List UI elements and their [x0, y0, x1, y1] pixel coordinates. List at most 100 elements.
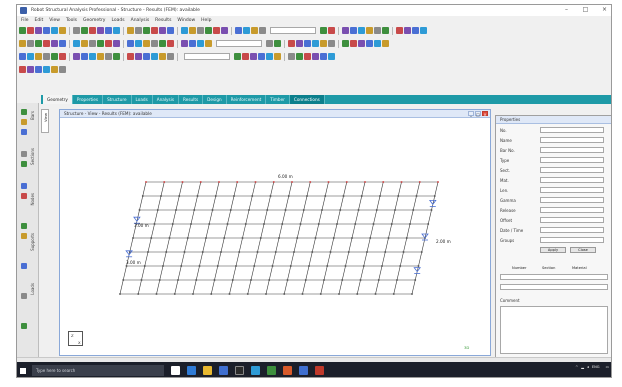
material-icon[interactable]: [21, 233, 27, 239]
menu-view[interactable]: View: [49, 18, 60, 23]
maximize-button[interactable]: □: [581, 6, 590, 14]
toolbar-tool-icon[interactable]: [27, 66, 34, 73]
toolbar-tool-icon[interactable]: [127, 27, 134, 34]
toolbar-tool-icon[interactable]: [235, 27, 242, 34]
toolbar-tool-icon[interactable]: [197, 40, 204, 47]
comment-textarea[interactable]: [500, 306, 608, 354]
toolbar-tool-icon[interactable]: [81, 40, 88, 47]
toolbar-tool-icon[interactable]: [127, 53, 134, 60]
toolbar-tool-icon[interactable]: [412, 27, 419, 34]
toolbar-tool-icon[interactable]: [143, 40, 150, 47]
toolbar-tool-icon[interactable]: [97, 40, 104, 47]
toolbar-tool-icon[interactable]: [89, 27, 96, 34]
toolbar-tool-icon[interactable]: [151, 53, 158, 60]
toolbar-tool-icon[interactable]: [189, 40, 196, 47]
start-button[interactable]: [17, 362, 28, 377]
release-icon[interactable]: [21, 193, 27, 199]
grid-icon[interactable]: [21, 183, 27, 189]
toolbar-tool-icon[interactable]: [97, 27, 104, 34]
toolbar-tool-icon[interactable]: [59, 27, 66, 34]
network-icon[interactable]: ▂: [581, 365, 584, 369]
toolbar-tool-icon[interactable]: [113, 40, 120, 47]
robot-app-icon[interactable]: [251, 366, 260, 375]
apply-button[interactable]: Apply: [540, 247, 566, 253]
sections-icon[interactable]: [21, 119, 27, 125]
toolbar-tool-icon[interactable]: [342, 40, 349, 47]
menu-tools[interactable]: Tools: [66, 18, 77, 23]
toolbar-tool-icon[interactable]: [366, 40, 373, 47]
toolbar-tool-icon[interactable]: [258, 53, 265, 60]
property-value-field[interactable]: [540, 157, 604, 163]
view-maximize-button[interactable]: □: [475, 111, 481, 117]
view-minimize-button[interactable]: _: [468, 111, 474, 117]
toolbar-tool-icon[interactable]: [266, 40, 273, 47]
powerpoint-icon[interactable]: [283, 366, 292, 375]
toolbar-tool-icon[interactable]: [51, 27, 58, 34]
tab-results[interactable]: Results: [179, 95, 204, 104]
toolbar-tool-icon[interactable]: [59, 66, 66, 73]
tab-loads[interactable]: Loads: [132, 95, 153, 104]
toolbar-tool-icon[interactable]: [374, 40, 381, 47]
toolbar-tool-icon[interactable]: [105, 27, 112, 34]
toolbar-tool-icon[interactable]: [396, 27, 403, 34]
toolbar-tool-icon[interactable]: [320, 27, 327, 34]
toolbar-dropdown[interactable]: [270, 27, 316, 34]
properties-table-row[interactable]: [500, 274, 608, 280]
toolbar-tool-icon[interactable]: [159, 27, 166, 34]
file-explorer-icon[interactable]: [203, 366, 212, 375]
property-value-field[interactable]: [540, 197, 604, 203]
toolbar-tool-icon[interactable]: [328, 53, 335, 60]
toolbar-tool-icon[interactable]: [159, 53, 166, 60]
toolbar-tool-icon[interactable]: [51, 40, 58, 47]
toolbar-tool-icon[interactable]: [304, 40, 311, 47]
toolbar-dropdown[interactable]: [184, 53, 230, 60]
toolbar-tool-icon[interactable]: [420, 27, 427, 34]
toolbar-tool-icon[interactable]: [328, 40, 335, 47]
property-value-field[interactable]: [540, 137, 604, 143]
toolbar-tool-icon[interactable]: [312, 40, 319, 47]
toolbar-tool-icon[interactable]: [35, 40, 42, 47]
toolbar-tool-icon[interactable]: [342, 27, 349, 34]
property-value-field[interactable]: [540, 147, 604, 153]
toolbar-tool-icon[interactable]: [221, 27, 228, 34]
toolbar-tool-icon[interactable]: [288, 40, 295, 47]
toolbar-tool-icon[interactable]: [167, 53, 174, 60]
toolbar-tool-icon[interactable]: [73, 27, 80, 34]
toolbar-tool-icon[interactable]: [51, 53, 58, 60]
toolbar-tool-icon[interactable]: [205, 40, 212, 47]
minimize-button[interactable]: –: [562, 6, 571, 14]
toolbar-tool-icon[interactable]: [251, 27, 258, 34]
word-icon[interactable]: [299, 366, 308, 375]
toolbar-tool-icon[interactable]: [234, 53, 241, 60]
toolbar-tool-icon[interactable]: [113, 27, 120, 34]
mail-icon[interactable]: [235, 366, 244, 375]
close-panel-button[interactable]: Close: [570, 247, 596, 253]
toolbar-tool-icon[interactable]: [89, 53, 96, 60]
view-close-button[interactable]: ×: [482, 111, 488, 117]
toolbar-tool-icon[interactable]: [19, 66, 26, 73]
menu-file[interactable]: File: [21, 18, 29, 23]
toolbar-tool-icon[interactable]: [105, 40, 112, 47]
toolbar-tool-icon[interactable]: [250, 53, 257, 60]
menu-analysis[interactable]: Analysis: [131, 18, 150, 23]
store-icon[interactable]: [219, 366, 228, 375]
toolbar-tool-icon[interactable]: [135, 27, 142, 34]
toolbar-tool-icon[interactable]: [19, 40, 26, 47]
toolbar-tool-icon[interactable]: [181, 27, 188, 34]
mesh-icon[interactable]: [21, 293, 27, 299]
toolbar-tool-icon[interactable]: [304, 53, 311, 60]
view-side-tab[interactable]: View: [41, 109, 49, 133]
toolbar-tool-icon[interactable]: [159, 40, 166, 47]
toolbar-tool-icon[interactable]: [43, 53, 50, 60]
toolbar-tool-icon[interactable]: [19, 53, 26, 60]
bars-icon[interactable]: [21, 109, 27, 115]
toolbar-tool-icon[interactable]: [296, 40, 303, 47]
toolbar-tool-icon[interactable]: [242, 53, 249, 60]
nodes-icon[interactable]: [21, 129, 27, 135]
toolbar-tool-icon[interactable]: [374, 27, 381, 34]
menu-help[interactable]: Help: [201, 18, 211, 23]
toolbar-tool-icon[interactable]: [27, 53, 34, 60]
toolbar-tool-icon[interactable]: [404, 27, 411, 34]
toolbar-tool-icon[interactable]: [189, 27, 196, 34]
toolbar-tool-icon[interactable]: [274, 40, 281, 47]
